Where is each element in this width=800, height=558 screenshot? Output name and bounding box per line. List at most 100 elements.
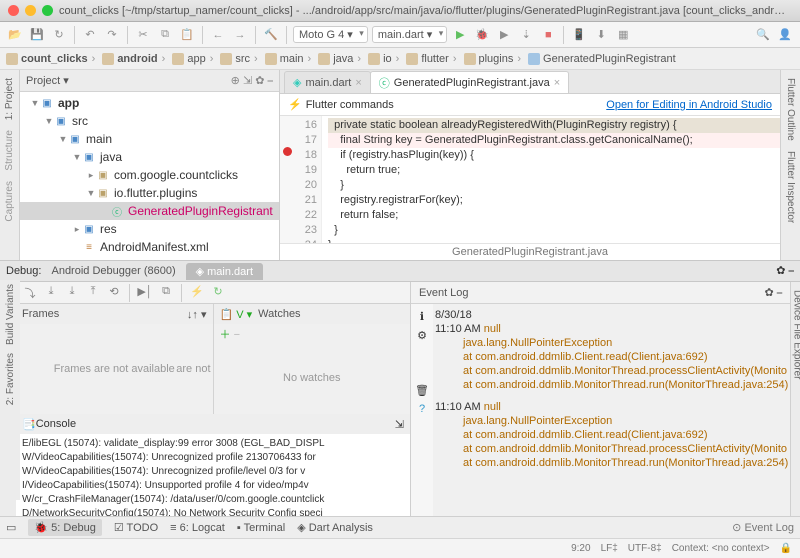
force-step-icon[interactable]: ⤓ xyxy=(64,285,80,301)
context[interactable]: Context: <no context> xyxy=(672,543,770,554)
sdk-icon[interactable]: ⬇ xyxy=(592,26,610,44)
bottom-todo[interactable]: ☑ TODO xyxy=(114,521,158,534)
rail-build-variants[interactable]: Build Variants xyxy=(5,284,16,345)
rail-project[interactable]: 1: Project xyxy=(4,78,15,120)
tree-pkg-countclicks[interactable]: ▸▣com.google.countclicks xyxy=(20,166,279,184)
gear-icon[interactable]: ✿ ⎯ xyxy=(765,286,783,300)
bottom-event-log[interactable]: ⊙ Event Log xyxy=(732,521,794,534)
layout-icon[interactable]: ▦ xyxy=(614,26,632,44)
zoom-window-icon[interactable] xyxy=(42,5,53,16)
tree-build-gradle[interactable]: ◉build.gradle xyxy=(20,256,279,260)
hot-restart-icon[interactable]: ↻ xyxy=(210,285,226,301)
avd-icon[interactable]: 📱 xyxy=(570,26,588,44)
device-selector[interactable]: Moto G 4 ▾ xyxy=(293,26,368,43)
crumb[interactable]: plugins xyxy=(449,53,514,65)
undo-icon[interactable]: ↶ xyxy=(81,26,99,44)
drop-frame-icon[interactable]: ⟲ xyxy=(106,285,122,301)
search-icon[interactable]: 🔍 xyxy=(754,26,772,44)
rail-flutter-outline[interactable]: Flutter Outline xyxy=(785,78,796,141)
project-tree[interactable]: ▼▣app ▼▣src ▼▣main ▼▣java ▸▣com.google.c… xyxy=(20,92,279,260)
tree-pkg-flutter[interactable]: ▼▣io.flutter.plugins xyxy=(20,184,279,202)
rail-structure[interactable]: Structure xyxy=(4,130,15,171)
paste-icon[interactable]: 📋 xyxy=(178,26,196,44)
breakpoint-gutter[interactable] xyxy=(280,116,294,243)
sync-icon[interactable]: ↻ xyxy=(50,26,68,44)
gear-icon[interactable]: ✿ ⎯ xyxy=(776,264,794,278)
evaluate-icon[interactable]: ⧉ xyxy=(158,285,174,301)
bottom-logcat[interactable]: ≡ 6: Logcat xyxy=(170,522,225,534)
crumb[interactable]: GeneratedPluginRegistrant xyxy=(513,53,675,65)
tree-manifest[interactable]: ≡AndroidManifest.xml xyxy=(20,238,279,256)
crumb[interactable]: app xyxy=(158,53,206,65)
lightning-icon[interactable]: ⚡ xyxy=(288,98,302,111)
tree-file-generated[interactable]: ⓒGeneratedPluginRegistrant xyxy=(20,202,279,220)
expand-icon[interactable]: ⇲ xyxy=(395,418,404,431)
rail-flutter-inspector[interactable]: Flutter Inspector xyxy=(785,151,796,223)
panel-actions[interactable]: ⊕ ⇲ ✿ ⎯ xyxy=(231,74,273,88)
tree-app[interactable]: ▼▣app xyxy=(20,94,279,112)
run-icon[interactable]: ▶ xyxy=(451,26,469,44)
event-content[interactable]: 8/30/18 11:10 AM null java.lang.NullPoin… xyxy=(433,304,790,516)
run-to-cursor-icon[interactable]: ▶│ xyxy=(137,285,153,301)
bottom-terminal[interactable]: ▪ Terminal xyxy=(237,522,285,534)
crumb[interactable]: java xyxy=(304,53,354,65)
v-icon[interactable]: 📋 V ▾ xyxy=(220,308,253,321)
crumb[interactable]: src xyxy=(206,53,250,65)
console-output[interactable]: E/libEGL (15074): validate_display:99 er… xyxy=(16,434,410,516)
tree-res[interactable]: ▸▣res xyxy=(20,220,279,238)
open-android-studio-link[interactable]: Open for Editing in Android Studio xyxy=(606,99,772,111)
tab-main-dart[interactable]: ◈main.dart× xyxy=(284,71,371,93)
redo-icon[interactable]: ↷ xyxy=(103,26,121,44)
info-icon[interactable]: ℹ xyxy=(420,310,424,323)
close-icon[interactable]: × xyxy=(554,77,560,89)
remove-watch-icon[interactable]: − xyxy=(234,329,240,341)
user-icon[interactable]: 👤 xyxy=(776,26,794,44)
back-icon[interactable]: ← xyxy=(209,26,227,44)
attach-icon[interactable]: ⇣ xyxy=(517,26,535,44)
copy-icon[interactable]: ⧉ xyxy=(156,26,174,44)
crumb[interactable]: main xyxy=(250,53,304,65)
crumb[interactable]: flutter xyxy=(392,53,449,65)
breakpoint-icon[interactable] xyxy=(283,147,292,156)
debug-tab-main[interactable]: ◈ main.dart xyxy=(186,263,263,280)
code-area[interactable]: 16171819202122232425 private static bool… xyxy=(280,116,780,243)
open-icon[interactable]: 📂 xyxy=(6,26,24,44)
help-icon[interactable]: ? xyxy=(419,403,425,415)
forward-icon[interactable]: → xyxy=(231,26,249,44)
close-icon[interactable]: × xyxy=(355,77,361,89)
thread-selector[interactable]: ↓↑ ▾ xyxy=(187,308,207,321)
crumb[interactable]: count_clicks xyxy=(6,53,88,65)
tree-src[interactable]: ▼▣src xyxy=(20,112,279,130)
stop-icon[interactable]: ■ xyxy=(539,26,557,44)
filter-icon[interactable]: ⚙ xyxy=(417,329,427,342)
cut-icon[interactable]: ✂ xyxy=(134,26,152,44)
clear-icon[interactable]: 🗑 xyxy=(415,384,429,397)
tab-generated[interactable]: ⓒGeneratedPluginRegistrant.java× xyxy=(370,71,569,93)
save-icon[interactable]: 💾 xyxy=(28,26,46,44)
minimize-icon[interactable]: ▭ xyxy=(6,521,16,534)
crumb[interactable]: io xyxy=(353,53,391,65)
step-out-icon[interactable]: ⤒ xyxy=(85,285,101,301)
window-controls[interactable] xyxy=(8,5,53,16)
add-watch-icon[interactable]: ＋ xyxy=(220,329,231,341)
encoding[interactable]: UTF-8‡ xyxy=(628,543,662,554)
hot-reload-icon[interactable]: ⚡ xyxy=(189,285,205,301)
step-into-icon[interactable]: ⤓ xyxy=(43,285,59,301)
minimize-window-icon[interactable] xyxy=(25,5,36,16)
bottom-debug[interactable]: 🐞 5: Debug xyxy=(28,519,101,536)
step-over-icon[interactable]: ⤵ xyxy=(22,285,38,301)
bottom-dart[interactable]: ◈ Dart Analysis xyxy=(297,521,373,534)
project-view-selector[interactable]: Project ▾ xyxy=(26,74,69,87)
code-text[interactable]: private static boolean alreadyRegistered… xyxy=(322,116,780,243)
lock-icon[interactable]: 🔒 xyxy=(780,543,792,554)
line-separator[interactable]: LF‡ xyxy=(601,543,618,554)
tree-java[interactable]: ▼▣java xyxy=(20,148,279,166)
rail-favorites[interactable]: 2: Favorites xyxy=(5,353,16,405)
build-icon[interactable]: 🔨 xyxy=(262,26,280,44)
debug-tab-android[interactable]: Android Debugger (8600) xyxy=(41,263,185,279)
profile-icon[interactable]: ▶ xyxy=(495,26,513,44)
console-header[interactable]: 📑 Console⇲ xyxy=(16,414,410,434)
rail-device-explorer[interactable]: Device File Explorer xyxy=(791,290,800,379)
run-config-selector[interactable]: main.dart ▾ xyxy=(372,26,447,43)
debug-icon[interactable]: 🐞 xyxy=(473,26,491,44)
